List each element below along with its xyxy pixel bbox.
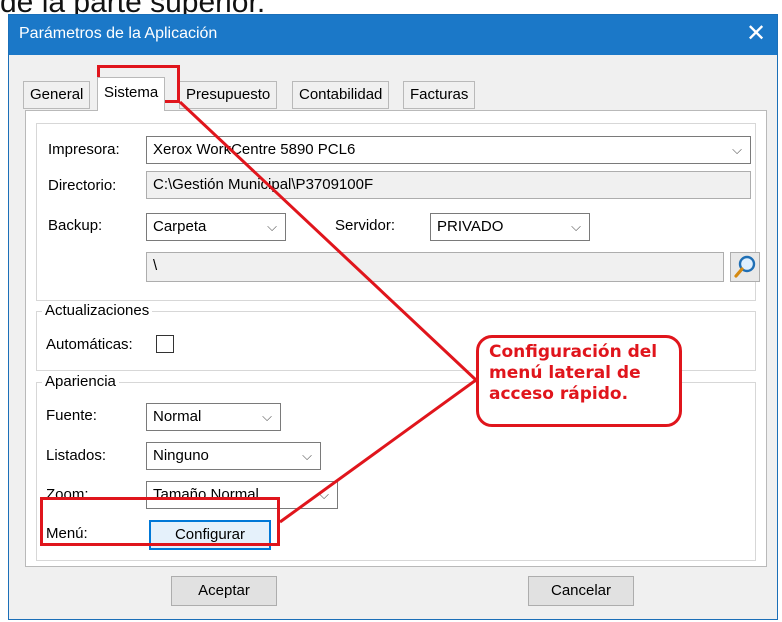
tab-presupuesto[interactable]: Presupuesto bbox=[179, 81, 278, 109]
chevron-down-icon: ⌵ bbox=[571, 219, 581, 234]
chevron-down-icon: ⌵ bbox=[267, 219, 277, 234]
browse-button[interactable] bbox=[730, 252, 760, 282]
close-icon[interactable]: ✕ bbox=[741, 18, 771, 50]
directory-field[interactable]: C:\Gestión Municipal\P3709100F bbox=[146, 171, 751, 199]
backup-value: Carpeta bbox=[153, 218, 207, 235]
automatic-checkbox[interactable] bbox=[156, 335, 174, 353]
tab-facturas[interactable]: Facturas bbox=[403, 81, 476, 109]
backup-path-value: \ bbox=[153, 257, 158, 274]
chevron-down-icon: ⌵ bbox=[319, 487, 329, 502]
updates-title: Actualizaciones bbox=[42, 302, 153, 319]
server-select[interactable]: PRIVADO ⌵ bbox=[430, 213, 590, 241]
server-value: PRIVADO bbox=[437, 218, 504, 235]
callout-line-1: Configuración del bbox=[489, 342, 658, 362]
printer-label: Impresora: bbox=[48, 141, 120, 158]
printer-value: Xerox WorkCentre 5890 PCL6 bbox=[153, 141, 356, 158]
font-label: Fuente: bbox=[46, 407, 97, 424]
title-bar: Parámetros de la Aplicación ✕ bbox=[9, 15, 777, 55]
accept-button[interactable]: Aceptar bbox=[171, 576, 277, 606]
font-value: Normal bbox=[153, 408, 202, 425]
lists-label: Listados: bbox=[46, 447, 107, 464]
directory-label: Directorio: bbox=[48, 177, 117, 194]
callout-line-3: acceso rápido. bbox=[489, 384, 629, 404]
chevron-down-icon: ⌵ bbox=[262, 409, 272, 424]
backup-path-field[interactable]: \ bbox=[146, 252, 724, 282]
highlight-menu-row bbox=[40, 497, 280, 546]
tab-sistema[interactable]: Sistema bbox=[97, 77, 166, 111]
window-title: Parámetros de la Aplicación bbox=[19, 25, 218, 42]
appearance-title: Apariencia bbox=[42, 373, 119, 390]
magnifier-icon bbox=[734, 255, 756, 278]
backup-label: Backup: bbox=[48, 217, 103, 234]
chevron-down-icon: ⌵ bbox=[302, 448, 312, 463]
lists-value: Ninguno bbox=[153, 447, 209, 464]
automatic-label: Automáticas: bbox=[46, 336, 133, 353]
directory-value: C:\Gestión Municipal\P3709100F bbox=[153, 176, 374, 193]
font-select[interactable]: Normal ⌵ bbox=[146, 403, 281, 431]
printer-select[interactable]: Xerox WorkCentre 5890 PCL6 ⌵ bbox=[146, 136, 751, 164]
callout-line-2: menú lateral de bbox=[489, 363, 641, 383]
cancel-button[interactable]: Cancelar bbox=[528, 576, 634, 606]
backup-select[interactable]: Carpeta ⌵ bbox=[146, 213, 286, 241]
lists-select[interactable]: Ninguno ⌵ bbox=[146, 442, 321, 470]
tab-contabilidad[interactable]: Contabilidad bbox=[292, 81, 390, 109]
chevron-down-icon: ⌵ bbox=[732, 142, 742, 157]
annotation-callout: Configuración del menú lateral de acceso… bbox=[476, 335, 682, 427]
server-label: Servidor: bbox=[335, 217, 396, 234]
tab-general[interactable]: General bbox=[23, 81, 91, 109]
